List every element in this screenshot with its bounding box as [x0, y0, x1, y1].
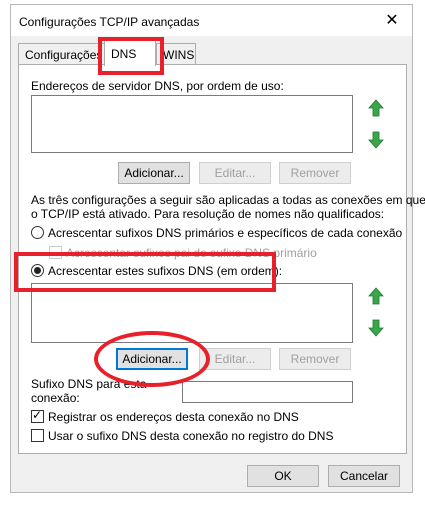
dns-edit-button[interactable]: Editar... [199, 162, 271, 184]
dns-servers-list[interactable] [31, 95, 353, 153]
suffix-down-arrow-icon[interactable] [367, 318, 385, 338]
info-text-line2: o TCP/IP está ativado. Para resolução de… [31, 207, 385, 221]
add-button-highlight [94, 331, 210, 387]
dns-tab-highlight [98, 37, 164, 75]
connection-suffix-input[interactable] [182, 381, 353, 403]
down-arrow-icon[interactable] [367, 130, 385, 150]
ok-button[interactable]: OK [247, 465, 319, 487]
radio-primary-suffixes-label: Acrescentar sufixos DNS primários e espe… [48, 226, 403, 240]
up-arrow-icon[interactable] [367, 98, 385, 118]
checkbox-register-addresses[interactable]: ✓ [31, 408, 44, 423]
checkbox-use-suffix-label: Usar o sufixo DNS desta conexão no regis… [48, 429, 334, 443]
checkbox-use-suffix[interactable] [31, 429, 44, 442]
radio-these-highlight [14, 252, 276, 292]
connection-suffix-label-line2: conexão: [31, 391, 80, 405]
suffix-up-arrow-icon[interactable] [367, 286, 385, 306]
dns-add-button[interactable]: Adicionar... [118, 162, 190, 184]
dns-suffix-list[interactable] [31, 283, 353, 343]
checkbox-register-addresses-label: Registrar os endereços desta conexão no … [48, 410, 299, 424]
dns-remove-button[interactable]: Remover [279, 162, 351, 184]
radio-primary-suffixes[interactable] [31, 226, 44, 239]
check-mark-icon: ✓ [32, 408, 43, 422]
dns-servers-label: Endereços de servidor DNS, por ordem de … [31, 79, 284, 93]
cancel-button[interactable]: Cancelar [328, 465, 400, 487]
suffix-remove-button[interactable]: Remover [279, 348, 351, 370]
info-text-line1: As três configurações a seguir são aplic… [31, 193, 425, 207]
